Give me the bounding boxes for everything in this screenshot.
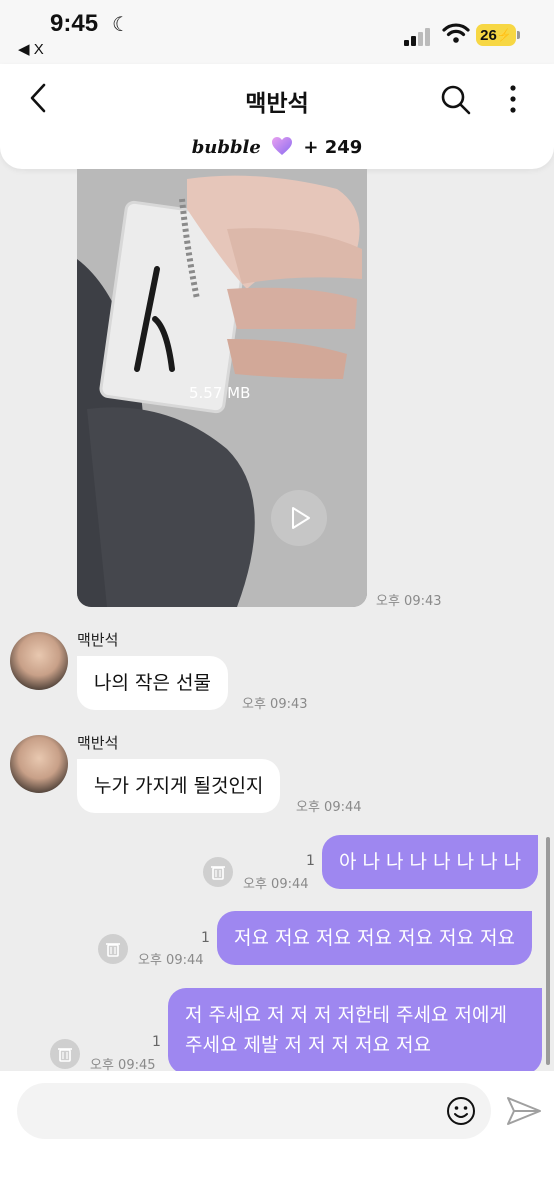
search-icon[interactable] — [440, 84, 472, 116]
message-input[interactable] — [17, 1083, 491, 1139]
battery-nub — [517, 31, 520, 39]
message-time: 오후 09:44 — [296, 800, 362, 815]
heart-icon — [272, 137, 293, 155]
bubble-count: + 249 — [303, 137, 363, 158]
bubble-counter[interactable]: bubble + 249 — [0, 136, 554, 158]
composer — [0, 1071, 554, 1199]
back-to-app-link[interactable]: ◀ X — [18, 40, 44, 58]
more-icon[interactable] — [505, 82, 521, 116]
trash-glyph — [58, 1048, 72, 1062]
outgoing-message[interactable]: 저요 저요 저요 저요 저요 저요 저요 — [217, 911, 532, 965]
message-time: 오후 09:43 — [242, 697, 308, 712]
chat-area[interactable]: 5.57 MB 오후 09:43 맥반석 나의 작은 선물 오후 09:43 맥… — [0, 169, 554, 1071]
unread-count: 1 — [306, 853, 315, 869]
emoji-icon[interactable] — [446, 1096, 476, 1126]
chat-header: 맥반석 bubble + 249 — [0, 64, 554, 169]
wifi-icon — [442, 23, 470, 43]
incoming-message[interactable]: 나의 작은 선물 — [77, 656, 228, 710]
outgoing-message[interactable]: 아 나 나 나 나 나 나 나 — [322, 835, 539, 889]
avatar[interactable] — [10, 632, 68, 690]
message-time: 오후 09:44 — [138, 953, 204, 968]
play-icon — [292, 507, 310, 529]
unread-count: 1 — [201, 930, 210, 946]
video-file-size: 5.57 MB — [189, 384, 251, 402]
signal-icon — [404, 26, 434, 46]
battery-level: 26 — [480, 26, 497, 44]
bubble-brand: bubble — [191, 137, 261, 158]
battery-indicator: 26 ⚡ — [476, 24, 516, 46]
unread-count: 1 — [152, 1034, 161, 1050]
message-time: 오후 09:45 — [90, 1058, 156, 1071]
sender-name: 맥반석 — [77, 631, 119, 649]
message-time: 오후 09:43 — [376, 594, 442, 609]
send-icon[interactable] — [506, 1095, 542, 1127]
scrollbar[interactable] — [546, 837, 550, 1065]
message-line: 주세요 제발 저 저 저 저요 저요 — [185, 1034, 431, 1056]
moon-icon: ☾ — [112, 12, 130, 36]
message-time: 오후 09:44 — [243, 877, 309, 892]
video-message[interactable]: 5.57 MB — [77, 169, 367, 607]
trash-glyph — [106, 943, 120, 957]
trash-glyph — [211, 866, 225, 880]
outgoing-message[interactable]: 저 주세요 저 저 저 저한테 주세요 저에게 주세요 제발 저 저 저 저요 … — [168, 988, 542, 1071]
sender-name: 맥반석 — [77, 734, 119, 752]
clock: 9:45 — [50, 10, 99, 37]
charging-icon: ⚡ — [496, 28, 512, 42]
message-line: 저 주세요 저 저 저 저한테 주세요 저에게 — [185, 1004, 507, 1026]
avatar[interactable] — [10, 735, 68, 793]
status-bar: 9:45 ☾ ◀ X 26 ⚡ — [0, 0, 554, 64]
incoming-message[interactable]: 누가 가지게 될것인지 — [77, 759, 281, 813]
